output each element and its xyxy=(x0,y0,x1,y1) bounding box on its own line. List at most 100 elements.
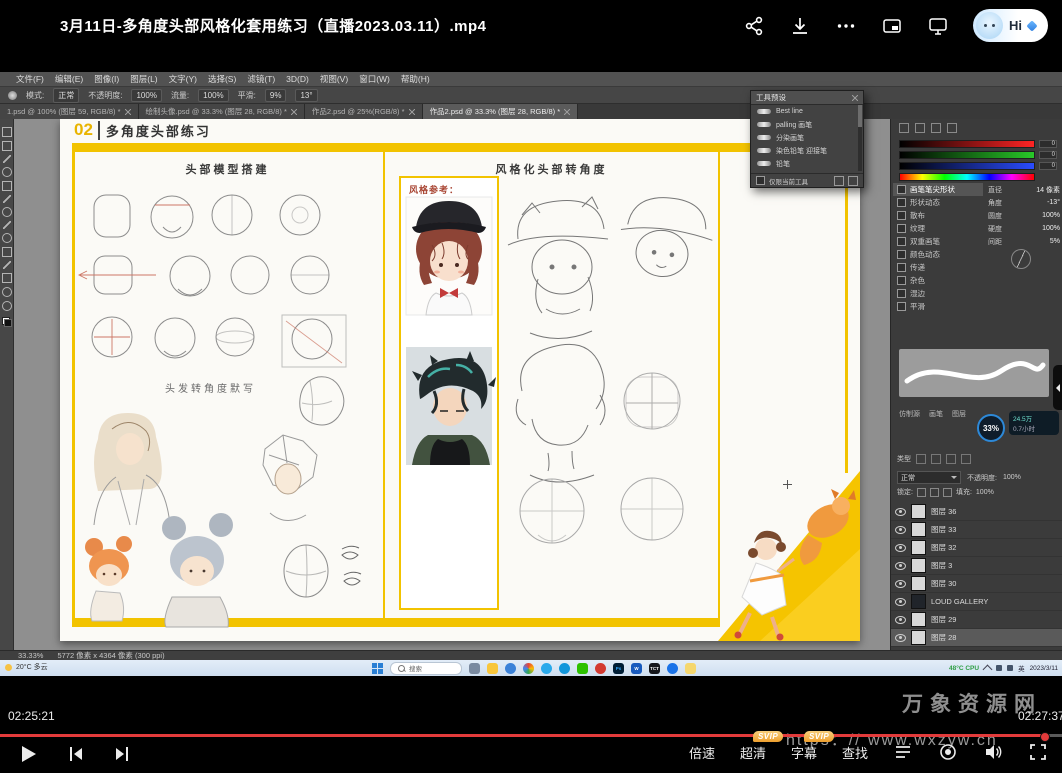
detail-value[interactable]: 100% xyxy=(1042,225,1060,232)
layer-row[interactable]: 图层 33 xyxy=(891,521,1062,539)
cast-icon[interactable] xyxy=(927,15,949,37)
eyedropper-tool-icon[interactable] xyxy=(3,195,11,203)
playlist-icon[interactable] xyxy=(893,742,913,762)
blend-mode-select[interactable]: 正常 xyxy=(53,88,79,103)
collapse-panel-tab[interactable] xyxy=(1053,365,1062,410)
photoshop-icon[interactable]: Ps xyxy=(613,663,624,674)
layer-row[interactable]: LOUD GALLERY xyxy=(891,593,1062,611)
checkbox-icon[interactable] xyxy=(897,185,906,194)
cpu-temp[interactable]: 48°C CPU xyxy=(949,665,979,672)
tab-layers[interactable]: 图层 xyxy=(952,409,966,419)
menu-file[interactable]: 文件(F) xyxy=(16,73,44,85)
lock-icon[interactable] xyxy=(943,488,952,497)
menu-type[interactable]: 文字(Y) xyxy=(169,73,197,85)
menu-help[interactable]: 帮助(H) xyxy=(401,73,430,85)
close-icon[interactable] xyxy=(291,109,297,115)
ime-indicator[interactable]: 英 xyxy=(1018,663,1025,673)
document-tab-3[interactable]: 作品2.psd @ 25%(RGB/8) * xyxy=(305,104,423,119)
brush-setting-row[interactable]: 传递 xyxy=(893,261,983,274)
checkbox-icon[interactable] xyxy=(897,302,906,311)
progress-bar[interactable] xyxy=(0,734,1062,737)
eye-icon[interactable] xyxy=(895,580,906,588)
detail-value[interactable]: 14 像素 xyxy=(1036,185,1060,195)
brush-angle-control[interactable] xyxy=(1011,249,1031,269)
preset-item[interactable]: 分染画笔 xyxy=(751,131,863,144)
brush-setting-row[interactable]: 散布 xyxy=(893,209,983,222)
magic-wand-tool-icon[interactable] xyxy=(2,167,12,177)
close-icon[interactable] xyxy=(409,109,415,115)
layer-row[interactable]: 图层 36 xyxy=(891,503,1062,521)
chrome-icon[interactable] xyxy=(523,663,534,674)
find-button[interactable]: 查找 xyxy=(842,743,868,762)
eye-icon[interactable] xyxy=(895,562,906,570)
menu-image[interactable]: 图像(I) xyxy=(94,73,119,85)
preset-item[interactable]: 染色铅笔 迎接笔 xyxy=(751,144,863,157)
checkbox-icon[interactable] xyxy=(897,211,906,220)
quality-button[interactable]: 超清 SVIP xyxy=(740,743,766,762)
eye-icon[interactable] xyxy=(895,598,906,606)
play-button[interactable] xyxy=(16,742,40,766)
flow-value[interactable]: 100% xyxy=(198,89,228,102)
red-slider[interactable] xyxy=(899,140,1035,148)
checkbox-icon[interactable] xyxy=(897,276,906,285)
close-icon[interactable] xyxy=(125,109,131,115)
more-icon[interactable] xyxy=(835,15,857,37)
windows-start-icon[interactable] xyxy=(372,663,383,674)
fill-value[interactable]: 100% xyxy=(976,489,994,496)
qq-icon[interactable] xyxy=(559,663,570,674)
lock-icon[interactable] xyxy=(917,488,926,497)
green-slider[interactable] xyxy=(899,151,1035,159)
menu-edit[interactable]: 编辑(E) xyxy=(55,73,83,85)
checkbox-icon[interactable] xyxy=(897,224,906,233)
checkbox-icon[interactable] xyxy=(897,237,906,246)
download-icon[interactable] xyxy=(789,15,811,37)
eye-icon[interactable] xyxy=(895,544,906,552)
notepad-icon[interactable] xyxy=(685,663,696,674)
ai-assistant-button[interactable]: Hi xyxy=(973,9,1048,42)
filter-icon[interactable] xyxy=(961,454,971,464)
document-tab-4-active[interactable]: 作品2.psd @ 33.3% (图层 28, RGB/8) * xyxy=(423,104,579,119)
filter-icon[interactable] xyxy=(931,454,941,464)
menu-3d[interactable]: 3D(D) xyxy=(286,74,309,84)
brush-setting-row[interactable]: 画笔笔尖形状 xyxy=(893,183,983,196)
zoom-level[interactable]: 33.33% xyxy=(18,651,43,660)
network-icon[interactable] xyxy=(996,665,1002,671)
telegram-icon[interactable] xyxy=(541,663,552,674)
layer-row[interactable]: 图层 32 xyxy=(891,539,1062,557)
move-tool-icon[interactable] xyxy=(2,127,12,137)
panel-icon[interactable] xyxy=(899,123,909,133)
zoom-tool-icon[interactable] xyxy=(2,301,12,311)
document-tab-2[interactable]: 绘制头像.psd @ 33.3% (图层 28, RGB/8) * xyxy=(139,104,305,119)
menu-filter[interactable]: 滤镜(T) xyxy=(247,73,275,85)
layer-blend-select[interactable]: 正常 xyxy=(897,471,961,484)
eye-icon[interactable] xyxy=(895,634,906,642)
browser-icon[interactable] xyxy=(667,663,678,674)
brush-preset-icon[interactable] xyxy=(8,91,17,100)
hand-tool-icon[interactable] xyxy=(2,287,12,297)
blue-value[interactable]: 0 xyxy=(1039,162,1057,170)
detail-value[interactable]: 5% xyxy=(1050,238,1060,245)
tab-clone-source[interactable]: 仿制源 xyxy=(899,409,920,419)
pip-icon[interactable] xyxy=(881,15,903,37)
scrollbar[interactable] xyxy=(858,105,862,171)
panel-icon[interactable] xyxy=(947,123,957,133)
preset-item[interactable]: Best line xyxy=(751,105,863,118)
task-view-icon[interactable] xyxy=(469,663,480,674)
menu-layer[interactable]: 图层(L) xyxy=(130,73,157,85)
layer-row-selected[interactable]: 图层 28 xyxy=(891,629,1062,647)
previous-episode-button[interactable] xyxy=(66,744,86,764)
filter-icon[interactable] xyxy=(946,454,956,464)
layer-row[interactable]: 图层 3 xyxy=(891,557,1062,575)
preset-item[interactable]: 铅笔 xyxy=(751,157,863,170)
trash-icon[interactable] xyxy=(848,176,858,186)
taskbar-weather[interactable]: 20°C 多云 xyxy=(5,662,48,672)
playback-speed-button[interactable]: 倍速 xyxy=(689,743,715,762)
blue-slider[interactable] xyxy=(899,162,1035,170)
eye-icon[interactable] xyxy=(895,508,906,516)
share-icon[interactable] xyxy=(743,15,765,37)
crop-tool-icon[interactable] xyxy=(2,181,12,191)
taskbar-clock[interactable]: 2023/3/11 xyxy=(1030,665,1058,672)
wechat-icon[interactable] xyxy=(577,663,588,674)
menu-select[interactable]: 选择(S) xyxy=(208,73,236,85)
ps-canvas-area[interactable]: 02 多角度头部练习 头部模型搭建 风格化头部转角度 风格参考： 头发转角度默写 xyxy=(14,119,890,650)
